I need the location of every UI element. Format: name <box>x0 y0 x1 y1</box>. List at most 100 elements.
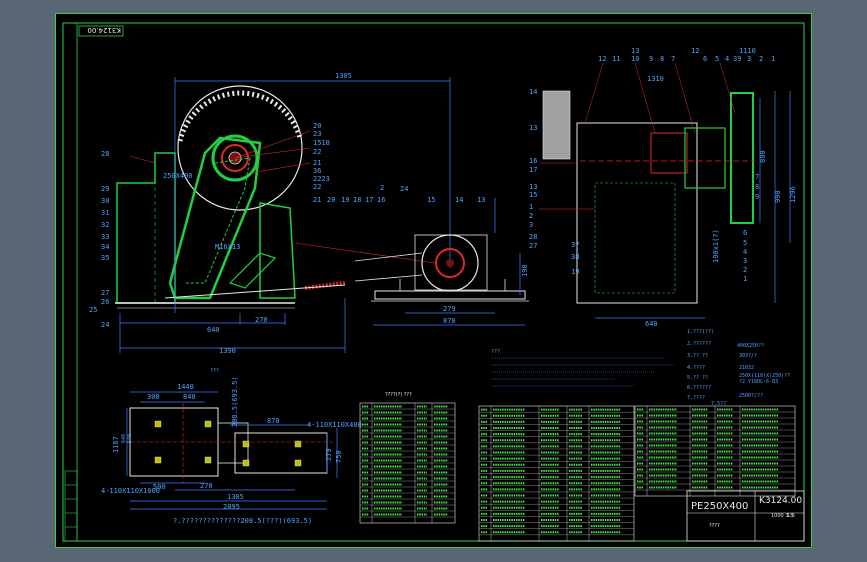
side-pulley <box>730 92 754 224</box>
foundation-motor <box>234 432 328 474</box>
callout-21: 21 <box>313 159 321 167</box>
callout-22b: 22 <box>313 183 321 191</box>
main-dimensions <box>119 77 451 353</box>
dim-inner-label: 270 <box>255 316 268 324</box>
flywheel-rim <box>177 90 303 142</box>
callout-24b: 24 <box>400 185 408 193</box>
fixed-jaw-plate <box>116 182 156 304</box>
side-left-2: 2 <box>529 212 533 220</box>
frame-right <box>259 202 296 299</box>
fp-dim-870: 870 <box>267 417 280 425</box>
spec-value-6: 2500?/?? <box>739 393 763 399</box>
callout-24: 24 <box>101 321 109 329</box>
title-unknown: ???? <box>709 523 720 529</box>
side-left-37: 37 <box>571 241 579 249</box>
notes-header: ??? <box>491 349 500 355</box>
side-callout-12: 12 <box>598 55 606 63</box>
callout-33: 33 <box>101 233 109 241</box>
title-code: K3124.00 <box>759 496 802 506</box>
side-callout-12b: 12 <box>691 47 699 55</box>
callout-16: 16 <box>377 196 385 204</box>
fp-title: ?.??????????????208.5(???)(693.5) <box>173 517 312 525</box>
callout-26: 26 <box>101 298 109 306</box>
fp-hole-note-right: 4-110X110X400 <box>307 421 362 429</box>
side-right-9: 9 <box>755 193 759 201</box>
side-callout-7: 7 <box>671 55 675 63</box>
jaw-hatch <box>185 157 251 284</box>
spec-line-7: 7.???? <box>687 395 705 401</box>
callout-28: 28 <box>101 150 109 158</box>
callout-20b: 20 <box>327 196 335 204</box>
fp-dim-1305: 1305 <box>227 493 244 501</box>
callout-1518: 1518 <box>313 139 330 147</box>
side-flywheel <box>542 90 571 160</box>
side-callout-1110: 1110 <box>739 47 756 55</box>
side-right-4: 4 <box>743 248 747 256</box>
spec-line-6: 6.?????? <box>687 385 711 391</box>
flywheel-outline <box>177 85 303 211</box>
side-view: 640 800 990 1296 190x1(7) 12 11 13 10 9 … <box>529 47 797 328</box>
drawing-sheet: K3124.00 1305 640 270 1390 250X400 M16X1… <box>55 13 812 548</box>
side-callout-2: 2 <box>759 55 763 63</box>
foundation-centerlines <box>125 403 335 483</box>
side-left-14: 14 <box>529 88 537 96</box>
stamp-text: K3124.00 <box>87 26 121 34</box>
side-left-17: 17 <box>529 166 537 174</box>
side-callout-6: 6 <box>703 55 707 63</box>
main-view: 1305 640 270 1390 250X400 M16X13 20 23 1… <box>89 72 451 355</box>
side-right-1: 1 <box>743 275 747 283</box>
fp-dim-840: 840 <box>183 393 196 401</box>
fp-dim-300: 300 <box>147 393 160 401</box>
side-left-15: 15 <box>529 191 537 199</box>
tension-rod <box>164 284 346 299</box>
title-scale: 1:5 <box>787 513 795 519</box>
side-callout-4: 4 <box>725 55 729 63</box>
side-callout-10: 10 <box>631 55 639 63</box>
fp-dim-540: 540 <box>127 434 133 443</box>
callout-17: 17 <box>365 196 373 204</box>
side-right-5: 5 <box>743 239 747 247</box>
callout-21b: 21 <box>313 196 321 204</box>
side-callout-8: 8 <box>660 55 664 63</box>
fp-dim-279: 279 <box>325 448 333 461</box>
spec-line-2: 2.?????? <box>687 341 711 347</box>
side-dim-990: 990 <box>774 190 782 203</box>
side-left-28: 28 <box>529 233 537 241</box>
side-left-38: 38 <box>571 253 579 261</box>
motor-dim-bottom: 279 <box>443 305 456 313</box>
side-callout-11: 11 <box>612 55 620 63</box>
side-right-2: 2 <box>743 266 747 274</box>
notes-text-lines <box>491 357 675 387</box>
title-block: PE250X400 K3124.00 1000 3.5 ???? 1:5 <box>686 490 805 542</box>
title-product: PE250X400 <box>691 501 748 512</box>
side-jaw <box>594 182 676 294</box>
spec-line-1: 1.???(??) <box>687 329 714 335</box>
callout-32: 32 <box>101 221 109 229</box>
opening-label: 250X400 <box>163 172 193 180</box>
side-bearing-right <box>684 127 726 189</box>
side-right-3: 3 <box>743 257 747 265</box>
side-callout-1310: 1310 <box>647 75 664 83</box>
fp-dim-750: 750 <box>335 450 343 463</box>
side-callout-5: 5 <box>715 55 719 63</box>
dim-width-label: 640 <box>207 326 220 334</box>
parts-table-header: ????(?) ??? <box>385 392 412 398</box>
fp-dim-vertical: 208.5(693.5) <box>231 376 239 427</box>
spec-value-2: 303?/? <box>739 353 757 359</box>
callout-25: 25 <box>89 306 97 314</box>
belt-lower <box>354 274 423 282</box>
side-right-6: 6 <box>743 229 747 237</box>
motor-callout-13: 13 <box>477 196 485 204</box>
callout-35: 35 <box>101 254 109 262</box>
side-left-27: 27 <box>529 242 537 250</box>
dim-overall-label: 1390 <box>219 347 236 355</box>
motor-callout-14: 14 <box>455 196 463 204</box>
motor-shaft <box>446 259 454 267</box>
side-left-3: 3 <box>529 221 533 229</box>
callout-30: 30 <box>101 197 109 205</box>
side-callout-3: 3 <box>747 55 751 63</box>
fp-dim-1440: 1440 <box>177 383 194 391</box>
callout-2223: 2223 <box>313 175 330 183</box>
side-vertical-text: 190x1(7) <box>712 229 720 263</box>
side-left-13b: 13 <box>529 183 537 191</box>
